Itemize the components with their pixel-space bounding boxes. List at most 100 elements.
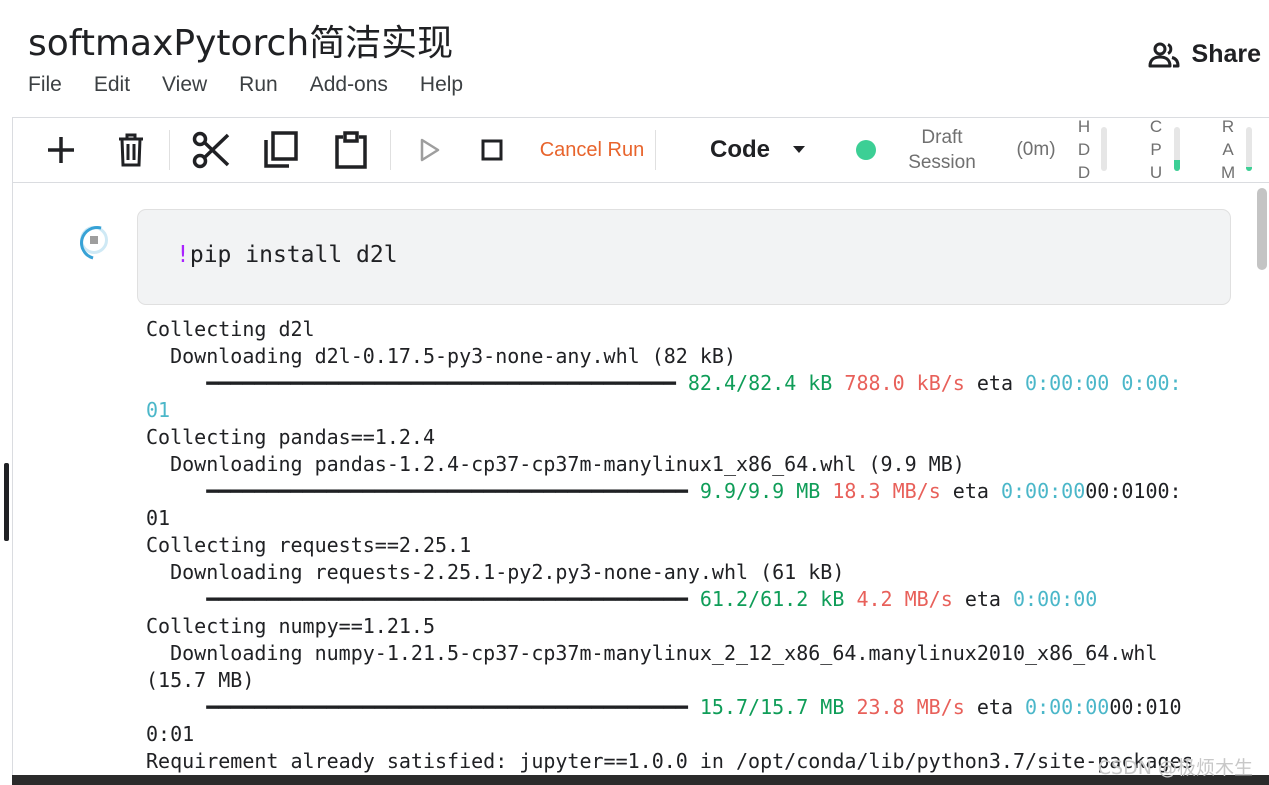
output-line: Downloading pandas-1.2.4-cp37-cp37m-many… (146, 452, 965, 476)
progress-bar: ━━━━━━━━━━━━━━━━━━━━━━━━━━━━━━━━━━━━━━━━ (146, 695, 700, 719)
copy-cell-button[interactable] (256, 118, 306, 182)
share-button[interactable]: Share (1148, 40, 1261, 69)
output-progress-line: ━━━━━━━━━━━━━━━━━━━━━━━━━━━━━━━━━━━━━━━━… (146, 694, 1226, 721)
scissors-icon (192, 131, 230, 169)
stop-button[interactable] (474, 118, 510, 182)
hdd-label-text: HDD (1077, 117, 1091, 182)
ram-meter-label: RAM (1221, 115, 1235, 184)
session-line1: Draft (921, 127, 963, 148)
progress-size: 61.2/61.2 kB (699, 587, 845, 611)
progress-bar: ━━━━━━━━━━━━━━━━━━━━━━━━━━━━━━━━━━━━━━━━ (146, 587, 700, 611)
session-label[interactable]: Draft Session (892, 118, 992, 182)
output-progress-line: ━━━━━━━━━━━━━━━━━━━━━━━━━━━━━━━━━━━━━━━━… (146, 478, 1226, 505)
menu-edit[interactable]: Edit (94, 73, 130, 97)
output-scrollbar-track[interactable] (1255, 185, 1269, 775)
plus-icon (48, 137, 74, 163)
progress-size: 82.4/82.4 kB (687, 371, 833, 395)
output-progress-line: ━━━━━━━━━━━━━━━━━━━━━━━━━━━━━━━━━━━━━━━ … (146, 370, 1226, 397)
code-cell-editor[interactable]: !pip install d2l (137, 209, 1231, 305)
code-line: !pip install d2l (176, 242, 398, 268)
notebook-left-border (12, 118, 13, 785)
progress-size: 15.7/15.7 MB (699, 695, 845, 719)
cpu-meter-label: CPU (1149, 115, 1163, 184)
cut-cell-button[interactable] (186, 118, 236, 182)
menu-file[interactable]: File (28, 73, 62, 97)
stop-icon (481, 139, 503, 161)
panel-resize-handle[interactable] (4, 463, 9, 541)
output-line: (15.7 MB) (146, 668, 255, 692)
ram-meter-fill (1246, 167, 1252, 171)
session-status-indicator (854, 118, 878, 182)
delete-cell-button[interactable] (108, 118, 154, 182)
progress-eta: 0:00:00 (1000, 479, 1086, 503)
add-cell-button[interactable] (38, 118, 84, 182)
output-line: Collecting pandas==1.2.4 (146, 425, 435, 449)
menu-view[interactable]: View (162, 73, 207, 97)
output-line: Downloading requests-2.25.1-py2.py3-none… (146, 560, 845, 584)
progress-tail: 00:010 (1109, 695, 1182, 719)
output-line: Collecting requests==2.25.1 (146, 533, 472, 557)
output-scrollbar-thumb[interactable] (1257, 188, 1267, 270)
copy-icon (264, 131, 298, 168)
output-line: 0:01 (146, 722, 195, 746)
toolbar-separator (169, 130, 170, 170)
progress-size: 9.9/9.9 MB (699, 479, 821, 503)
cell-type-dropdown[interactable]: Code (702, 118, 814, 182)
output-progress-line: ━━━━━━━━━━━━━━━━━━━━━━━━━━━━━━━━━━━━━━━━… (146, 586, 1226, 613)
menu-run[interactable]: Run (239, 73, 278, 97)
output-line: Collecting numpy==1.21.5 (146, 614, 435, 638)
output-line: 01 (146, 398, 171, 422)
output-line: Downloading numpy-1.21.5-cp37-cp37m-many… (146, 641, 1158, 665)
progress-eta: 0:00:00 (1012, 587, 1098, 611)
menu-addons[interactable]: Add-ons (310, 73, 388, 97)
ram-meter-bar (1246, 127, 1252, 171)
paste-cell-button[interactable] (326, 118, 376, 182)
cell-output: Collecting d2l Downloading d2l-0.17.5-py… (146, 316, 1226, 775)
progress-tail: 00:0100: (1085, 479, 1182, 503)
cpu-meter-fill (1174, 160, 1180, 171)
progress-eta-label: eta (964, 587, 1001, 611)
play-icon (420, 138, 440, 162)
progress-speed: 18.3 MB/s (832, 479, 941, 503)
hdd-meter-bar (1101, 127, 1107, 171)
cell-running-indicator[interactable] (80, 226, 108, 254)
output-line: Collecting d2l (146, 317, 315, 341)
progress-bar: ━━━━━━━━━━━━━━━━━━━━━━━━━━━━━━━━━━━━━━━ (146, 371, 688, 395)
progress-eta-label: eta (976, 371, 1013, 395)
run-cell-button[interactable] (410, 118, 450, 182)
cell-type-label: Code (710, 136, 770, 163)
progress-eta: 0:00:00 (1025, 695, 1110, 719)
notebook-title[interactable]: softmaxPytorch简洁实现 (28, 14, 453, 66)
progress-eta-label: eta (952, 479, 989, 503)
progress-bar: ━━━━━━━━━━━━━━━━━━━━━━━━━━━━━━━━━━━━━━━━ (146, 479, 700, 503)
caret-down-icon (793, 146, 805, 153)
status-dot (856, 140, 876, 160)
toolbar-separator (390, 130, 391, 170)
ram-label-text: RAM (1221, 117, 1236, 182)
hdd-meter-label: HDD (1077, 115, 1091, 184)
share-label: Share (1191, 40, 1261, 68)
watermark: CSDN @极烦木生 (1097, 757, 1253, 779)
menu-help[interactable]: Help (420, 73, 463, 97)
progress-speed: 23.8 MB/s (856, 695, 965, 719)
trash-icon (119, 133, 143, 167)
session-line2: Session (908, 152, 976, 173)
menu-bar: File Edit View Run Add-ons Help (28, 73, 495, 97)
progress-speed: 788.0 kB/s (844, 371, 965, 395)
progress-eta: 0:00:00 0:00: (1025, 371, 1182, 395)
shell-prefix: ! (176, 242, 190, 268)
output-line: Requirement already satisfied: jupyter==… (146, 749, 1194, 773)
cancel-run-button[interactable]: Cancel Run (526, 118, 658, 182)
session-elapsed: (0m) (1016, 139, 1056, 160)
output-line: 01 (146, 506, 171, 530)
toolbar-separator (655, 130, 656, 170)
progress-speed: 4.2 MB/s (856, 587, 953, 611)
cpu-label-text: CPU (1149, 117, 1163, 182)
people-icon (1148, 42, 1180, 67)
clipboard-icon (335, 131, 367, 169)
output-line: Downloading d2l-0.17.5-py3-none-any.whl … (146, 344, 737, 368)
code-text: pip install d2l (189, 242, 398, 268)
bottom-scrollbar[interactable] (12, 775, 1269, 785)
progress-eta-label: eta (976, 695, 1013, 719)
toolbar-divider (12, 182, 1269, 183)
